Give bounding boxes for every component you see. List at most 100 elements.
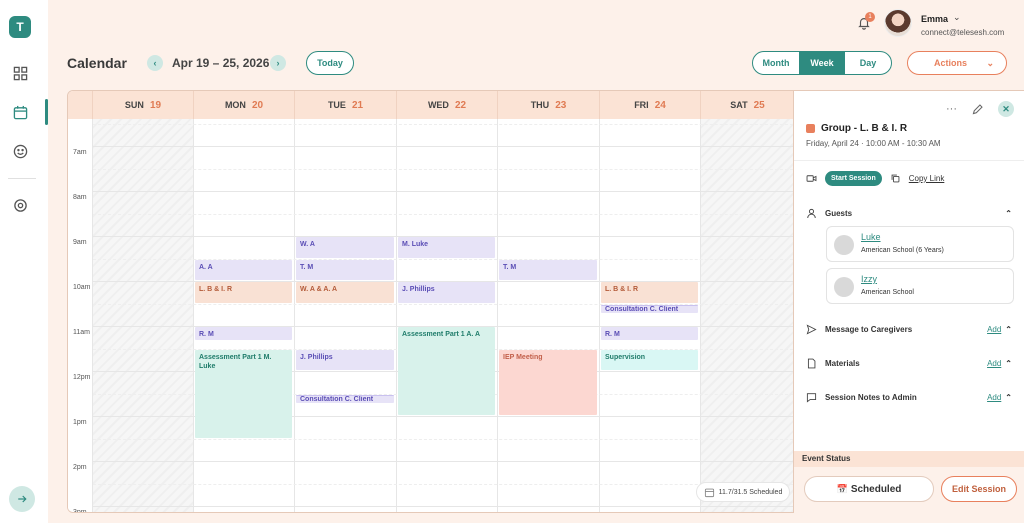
day-column[interactable]: [600, 119, 701, 512]
day-column[interactable]: [701, 119, 793, 512]
materials-section[interactable]: Materials Add ⌃: [806, 358, 1012, 369]
today-button[interactable]: Today: [306, 51, 354, 75]
guests-label: Guests: [825, 209, 853, 218]
add-link[interactable]: Add: [987, 325, 1001, 334]
day-header[interactable]: SAT 25: [701, 91, 793, 119]
calendar-event[interactable]: Assessment Part 1 M. Luke: [195, 349, 292, 438]
week-calendar: SUN 19 MON 20 TUE 21 WED 22 THU 23 FRI 24 SAT 25 7am 8…: [67, 90, 794, 513]
copy-icon[interactable]: [890, 173, 901, 184]
app-logo[interactable]: T: [9, 16, 31, 38]
day-column[interactable]: [498, 119, 600, 512]
guest-name-link[interactable]: Luke: [861, 232, 881, 242]
view-month-button[interactable]: Month: [753, 52, 799, 74]
left-rail: T: [0, 0, 48, 523]
smiley-icon[interactable]: [10, 141, 30, 161]
user-email: connect@telesesh.com: [921, 28, 1005, 37]
pencil-icon[interactable]: [971, 103, 984, 116]
event-status-label: Event Status: [794, 451, 1024, 467]
dashboard-icon[interactable]: [10, 63, 30, 83]
view-week-button[interactable]: Week: [799, 52, 845, 74]
user-menu[interactable]: 1 Emma ⌄ connect@telesesh.com: [857, 8, 1017, 42]
day-header[interactable]: WED 22: [397, 91, 498, 119]
calendar-event[interactable]: A. A: [195, 259, 292, 280]
session-notes-section[interactable]: Session Notes to Admin Add ⌃: [806, 392, 1012, 403]
guest-avatar: [834, 235, 854, 255]
guest-name-link[interactable]: Izzy: [861, 274, 877, 284]
calendar-event[interactable]: T. M: [499, 259, 597, 280]
calendar-event[interactable]: L. B & I. R: [195, 282, 292, 303]
panel-divider: [794, 160, 1024, 161]
status-value: Scheduled: [850, 483, 902, 495]
calendar-event[interactable]: Supervision: [601, 349, 698, 370]
calendar-event[interactable]: L. B & I. R: [601, 282, 698, 303]
calendar-event[interactable]: W. A: [296, 237, 394, 258]
scheduled-summary: 11.7/31.5 Scheduled: [696, 482, 790, 502]
close-icon[interactable]: ✕: [998, 101, 1014, 117]
calendar-event[interactable]: R. M: [195, 327, 292, 340]
day-number: 21: [351, 99, 364, 111]
chevron-up-icon[interactable]: ⌃: [1005, 209, 1012, 218]
add-link[interactable]: Add: [987, 393, 1001, 402]
time-gridline: [93, 168, 793, 170]
day-header[interactable]: FRI 24: [600, 91, 701, 119]
copy-link[interactable]: Copy Link: [909, 174, 945, 183]
day-header[interactable]: TUE 21: [295, 91, 397, 119]
more-icon[interactable]: ···: [946, 103, 957, 115]
settings-icon[interactable]: [10, 195, 30, 215]
chevron-down-icon[interactable]: ⌄: [953, 12, 961, 23]
chevron-up-icon[interactable]: ⌃: [1005, 325, 1012, 334]
calendar-event[interactable]: W. A & A. A: [296, 282, 394, 303]
day-header[interactable]: THU 23: [498, 91, 600, 119]
time-gridline: [93, 461, 793, 462]
start-session-button[interactable]: Start Session: [825, 171, 882, 186]
time-label: 1pm: [73, 419, 87, 426]
edit-session-button[interactable]: Edit Session: [941, 476, 1017, 502]
day-column[interactable]: [194, 119, 295, 512]
time-gridline: [93, 483, 793, 485]
calendar-icon[interactable]: [10, 102, 30, 122]
chevron-up-icon[interactable]: ⌃: [1005, 359, 1012, 368]
view-day-button[interactable]: Day: [845, 52, 891, 74]
guest-school: American School (6 Years): [861, 247, 944, 254]
calendar-event[interactable]: Assessment Part 1 A. A: [398, 327, 495, 415]
day-name: THU: [530, 100, 550, 110]
calendar-event[interactable]: M. Luke: [398, 237, 495, 258]
time-label: 8am: [73, 194, 87, 201]
calendar-event[interactable]: T. M: [296, 259, 394, 280]
chevron-up-icon[interactable]: ⌃: [1005, 393, 1012, 402]
active-nav-indicator: [45, 99, 48, 125]
chevron-right-icon[interactable]: ›: [270, 55, 286, 71]
time-gridline: [93, 146, 793, 147]
calendar-event[interactable]: J. Phillips: [296, 349, 394, 370]
add-link[interactable]: Add: [987, 359, 1001, 368]
calendar-event[interactable]: Consultation C. Client: [296, 394, 394, 403]
day-name: SAT: [730, 100, 748, 110]
day-name: FRI: [634, 100, 649, 110]
time-label: 12pm: [73, 374, 91, 381]
day-column[interactable]: [397, 119, 498, 512]
guests-section[interactable]: Guests ⌃: [806, 208, 1012, 219]
calendar-event[interactable]: IEP Meeting: [499, 349, 597, 415]
day-number: 25: [753, 99, 765, 111]
corner-cell: [68, 91, 93, 119]
message-icon: [806, 324, 817, 335]
chevron-left-icon[interactable]: ‹: [147, 55, 163, 71]
time-gridline: [93, 123, 793, 125]
actions-dropdown[interactable]: Actions ⌄: [907, 51, 1007, 75]
arrow-right-icon[interactable]: [9, 486, 35, 512]
day-header[interactable]: MON 20: [194, 91, 295, 119]
calendar-event[interactable]: R. M: [601, 327, 698, 340]
status-select[interactable]: 📅 Scheduled: [804, 476, 934, 502]
day-number: 24: [654, 99, 666, 111]
calendar-small-icon: [704, 488, 714, 497]
avatar[interactable]: [884, 9, 912, 37]
section-label: Session Notes to Admin: [825, 393, 917, 402]
day-column[interactable]: [295, 119, 397, 512]
message-caregivers-section[interactable]: Message to Caregivers Add ⌃: [806, 324, 1012, 335]
time-label: 7am: [73, 149, 87, 156]
day-header[interactable]: SUN 19: [93, 91, 194, 119]
day-name: SUN: [124, 100, 144, 110]
calendar-event[interactable]: J. Phillips: [398, 282, 495, 303]
calendar-event[interactable]: Consultation C. Client: [601, 304, 698, 313]
day-column[interactable]: [93, 119, 194, 512]
